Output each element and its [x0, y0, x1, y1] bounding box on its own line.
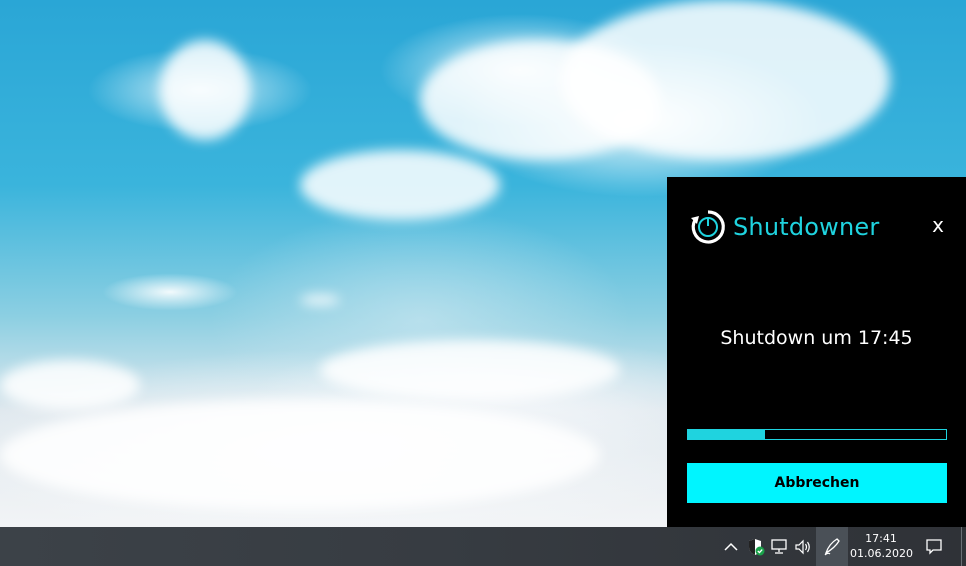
shutdowner-window: Shutdowner x Shutdown um 17:45 Abbrechen [667, 177, 966, 527]
notification-icon[interactable] [922, 527, 946, 566]
taskbar: 17:41 01.06.2020 [0, 527, 966, 566]
close-button[interactable]: x [932, 213, 944, 237]
show-desktop-button[interactable] [961, 527, 962, 566]
pen-icon[interactable] [816, 527, 848, 566]
shutdown-status-text: Shutdown um 17:45 [720, 327, 913, 349]
network-icon[interactable] [770, 527, 790, 566]
countdown-progress-bar [687, 429, 947, 440]
app-title: Shutdowner [733, 213, 880, 241]
clock-time: 17:41 [865, 532, 897, 545]
cancel-button[interactable]: Abbrechen [687, 463, 947, 503]
chevron-up-icon[interactable] [722, 527, 740, 566]
power-icon [691, 210, 725, 244]
shield-icon[interactable] [745, 527, 767, 566]
taskbar-clock[interactable]: 17:41 01.06.2020 [850, 531, 913, 561]
progress-fill [688, 430, 766, 439]
volume-icon[interactable] [793, 527, 813, 566]
clock-date: 01.06.2020 [850, 547, 913, 560]
app-header: Shutdowner [689, 207, 879, 247]
